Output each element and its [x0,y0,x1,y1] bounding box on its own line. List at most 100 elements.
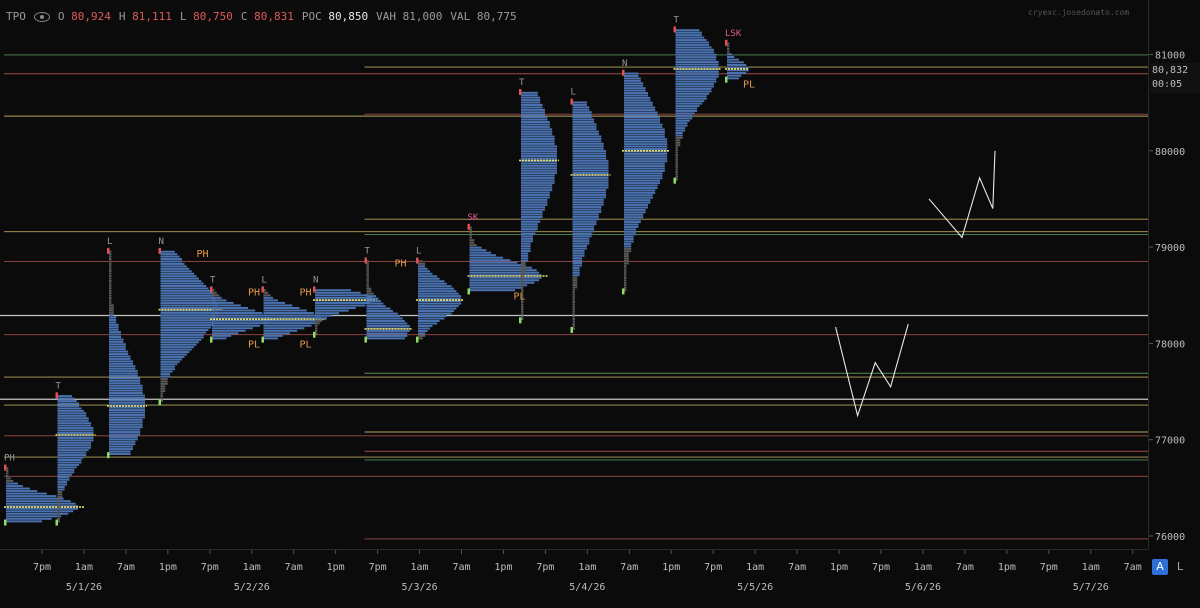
open-marker [107,452,110,459]
tpo-period-label: T [519,78,525,88]
tpo-row [521,138,555,141]
tpo-row [109,379,141,382]
tpo-row [572,286,578,289]
tpo-row [521,310,524,313]
tpo-row [109,406,145,409]
tpo-row [109,350,129,353]
tpo-row [624,260,629,263]
tpo-row [315,324,318,327]
tpo-row [675,90,712,93]
tpo-row [727,77,739,80]
tpo-row [675,141,681,144]
tpo-row [521,230,536,233]
tpo-row [624,116,660,119]
tpo-row [57,461,82,464]
tpo-row [160,289,211,292]
chart-plot-area[interactable]: PH T L N T L N T L SK T L N T LSK PH PH PL PH PL PH PL PL [0,0,1148,549]
tpo-row [57,485,65,488]
tpo-row [315,301,371,304]
tpo-row [315,312,339,315]
tpo-row [315,319,323,322]
time-tick-label: 1am [914,562,932,573]
tpo-row [212,294,220,297]
tpo-row [675,117,693,120]
tpo-row [160,311,219,314]
tpo-row [624,72,639,75]
tpo-row [521,147,557,150]
tpo-chart[interactable]: PHTL NT L NT LSKTLNTLSKPHPHPLPHPLPHPLPL [0,0,1148,549]
vah-value: 81,000 [402,10,443,23]
tpo-row [469,279,540,282]
tpo-row [624,206,648,209]
tpo-row [675,31,702,34]
tpo-row [572,128,597,131]
tpo-row [675,58,717,61]
tpo-row [469,284,528,287]
tpo-row [212,309,256,312]
price-tick-label: 78000 [1155,339,1185,350]
tpo-row [6,515,62,518]
tpo-row [624,257,629,260]
tpo-row [521,191,550,194]
tpo-row [366,302,384,305]
tpo-row [418,282,447,285]
tpo-row [109,292,112,295]
tpo-row [366,285,369,288]
tpo-row [572,210,602,213]
tpo-row [212,301,234,304]
tpo-row [572,322,575,325]
study-name[interactable]: TPO [6,10,26,23]
tpo-row [572,296,575,299]
tpo-row [109,326,119,329]
tpo-row [624,109,656,112]
tpo-row [418,272,433,275]
eye-icon[interactable] [33,11,50,22]
time-axis[interactable]: 7pm 1am 7am 1pm 7pm 1am 7am 1pm 7pm 1am 7am 1pm 7pm 1… [0,549,1148,604]
tpo-row [366,292,374,295]
tpo-row [521,111,545,114]
tpo-row [315,330,318,333]
tpo-row [572,245,587,248]
tpo-row [521,130,553,133]
tpo-period-label: T [365,247,371,257]
tpo-row [160,294,214,297]
tpo-row [57,476,70,479]
tpo-row [521,218,541,221]
tpo-row [160,382,168,385]
tpo-row [572,310,575,313]
time-tick-label: 7pm [369,562,387,573]
log-scale-button[interactable]: L [1172,559,1188,575]
tpo-row [366,277,369,280]
tpo-row [315,307,356,310]
tpo-row [675,41,710,44]
tpo-row [572,213,599,216]
tpo-row [675,102,702,105]
tpo-row [521,133,553,136]
tpo-row [572,130,599,133]
tpo-row [109,328,119,331]
tpo-row [572,232,592,235]
price-tick-label: 80000 [1155,147,1185,158]
tpo-row [109,260,112,263]
tpo-row [521,245,531,248]
close-label: C [240,10,248,23]
tpo-row [572,150,607,153]
tpo-row [521,247,531,250]
tpo-row [572,147,604,150]
tpo-row [572,257,583,260]
tpo-row [572,162,609,165]
tpo-row [160,292,214,295]
tpo-row [572,159,609,162]
close-marker [158,247,161,254]
tpo-row [109,301,112,304]
tpo-row [160,387,166,390]
tpo-row [521,96,541,99]
tpo-row [57,471,75,474]
tpo-row [521,186,553,189]
time-tick-label: 7am [788,562,806,573]
auto-scale-button[interactable]: A [1152,559,1168,575]
tpo-period-label: T [674,15,680,25]
tpo-row [160,314,219,317]
tpo-row [57,512,60,515]
tpo-row [109,270,112,273]
